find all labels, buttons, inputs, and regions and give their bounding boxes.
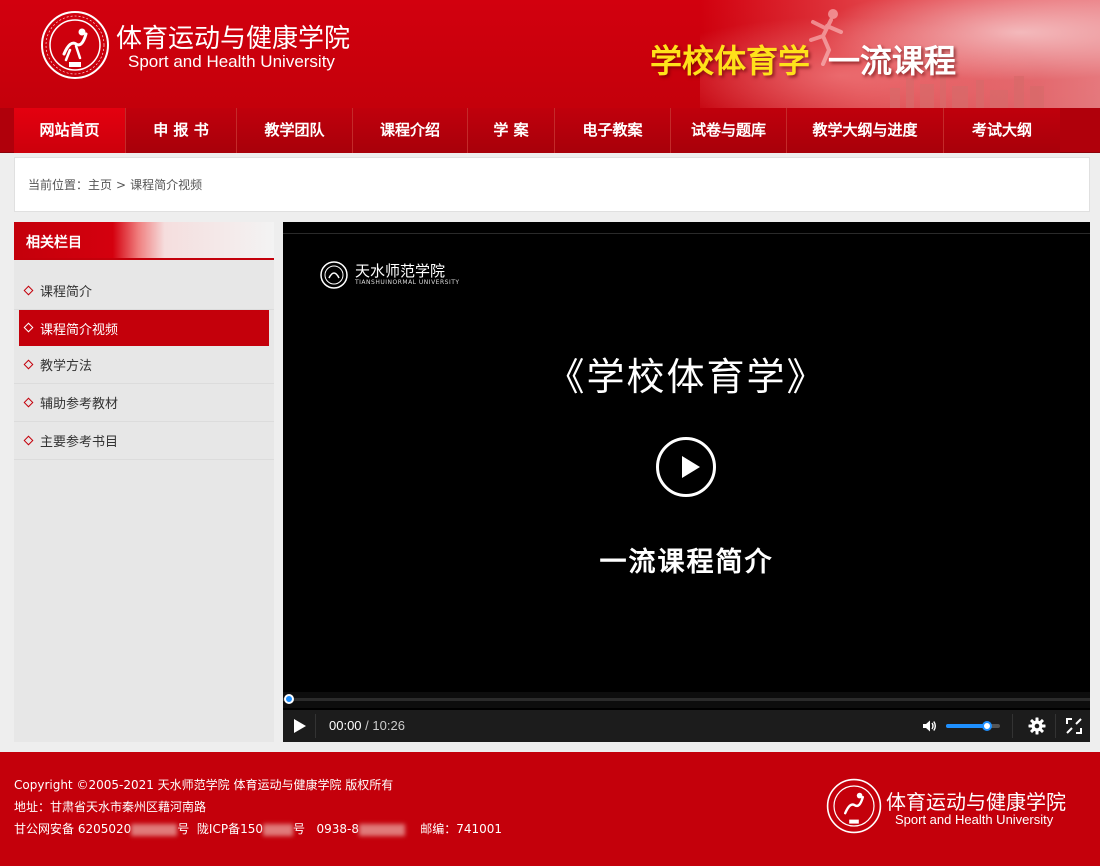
breadcrumb: 当前位置： 主页 > 课程简介视频	[14, 157, 1090, 212]
icp-record-suffix: 号	[292, 822, 305, 836]
redacted-block	[262, 823, 293, 836]
breadcrumb-current: 课程简介视频	[130, 178, 203, 192]
video-school-name-en: TIANSHUINORMAL UNIVERSITY	[355, 279, 460, 286]
volume-fill	[946, 724, 987, 728]
redacted-block	[131, 823, 178, 836]
sidebar-list: 课程简介 课程简介视频 教学方法 辅助参考教材 主要参考书目	[14, 272, 274, 460]
volume-icon[interactable]	[921, 718, 937, 734]
video-subtitle: 一流课程简介	[599, 547, 774, 578]
nav-item-syllabus[interactable]: 教学大纲与进度	[787, 108, 944, 153]
volume-slider[interactable]	[946, 721, 1000, 731]
sidebar: 相关栏目 课程简介 课程简介视频 教学方法 辅助参考教材 主要参考书目	[14, 222, 274, 742]
video-title: 《学校体育学》	[546, 355, 827, 399]
main-nav: 网站首页 申 报 书 教学团队 课程介绍 学 案 电子教案 试卷与题库 教学大纲…	[0, 108, 1100, 153]
nav-item-study-plan[interactable]: 学 案	[468, 108, 555, 153]
course-slogan: 学校体育学 一流课程	[650, 36, 956, 82]
control-divider	[1055, 714, 1056, 738]
footer-address: 地址：甘肃省天水市秦州区藉河南路	[14, 800, 207, 814]
player-top-divider	[283, 233, 1090, 234]
video-progress-bar[interactable]	[283, 692, 1090, 708]
sidebar-item-label: 教学方法	[40, 359, 93, 374]
diamond-bullet-icon	[23, 359, 34, 370]
nav-item-lesson-plans[interactable]: 电子教案	[555, 108, 671, 153]
nav-item-home[interactable]: 网站首页	[14, 108, 126, 153]
phone-prefix: 0938-8	[316, 822, 359, 836]
nav-item-exam-outline[interactable]: 考试大纲	[944, 108, 1060, 153]
footer-site-name-cn: 体育运动与健康学院	[886, 790, 1066, 814]
control-divider	[315, 714, 316, 738]
video-school-watermark: 天水师范学院 TIANSHUINORMAL UNIVERSITY	[319, 260, 460, 290]
footer-info: Copyright ©2005-2021 天水师范学院 体育运动与健康学院 版权…	[14, 774, 502, 840]
police-record-prefix: 甘公网安备 6205020	[14, 822, 132, 836]
diamond-bullet-icon	[23, 435, 34, 446]
progress-line	[283, 698, 1090, 701]
school-seal-icon	[320, 261, 348, 289]
video-school-text: 天水师范学院 TIANSHUINORMAL UNIVERSITY	[349, 262, 460, 287]
slogan-primary: 学校体育学	[650, 42, 811, 80]
sidebar-item-label: 主要参考书目	[40, 435, 119, 450]
sidebar-header: 相关栏目	[14, 222, 274, 260]
nav-item-exam-bank[interactable]: 试卷与题库	[671, 108, 787, 153]
nav-item-course-intro[interactable]: 课程介绍	[353, 108, 468, 153]
sidebar-item-label: 课程简介视频	[40, 322, 119, 338]
sidebar-title: 相关栏目	[26, 235, 82, 251]
fullscreen-icon[interactable]	[1066, 718, 1082, 734]
sidebar-item-label: 辅助参考教材	[40, 397, 119, 412]
redacted-block	[358, 823, 405, 836]
breadcrumb-separator: >	[116, 177, 127, 192]
sidebar-item-label: 课程简介	[40, 285, 93, 300]
breadcrumb-prefix: 当前位置：	[28, 178, 89, 192]
big-play-button[interactable]	[656, 437, 716, 497]
slogan-secondary: 一流课程	[828, 42, 957, 80]
footer-college-logo-icon	[826, 778, 882, 834]
current-time: 00:00	[329, 718, 362, 733]
nav-item-teaching-team[interactable]: 教学团队	[237, 108, 353, 153]
play-button[interactable]	[292, 718, 308, 734]
sidebar-item-course-video[interactable]: 课程简介视频	[19, 310, 269, 346]
site-header: 体育运动与健康学院 Sport and Health University 学校…	[0, 0, 1100, 108]
sidebar-item-course-intro[interactable]: 课程简介	[14, 272, 274, 310]
video-school-name-cn: 天水师范学院	[355, 262, 446, 280]
breadcrumb-home-link[interactable]: 主页	[88, 176, 112, 193]
diamond-bullet-icon	[23, 397, 34, 408]
police-record-suffix: 号	[177, 822, 190, 836]
diamond-bullet-icon	[23, 285, 34, 296]
time-separator: /	[361, 718, 373, 733]
gear-icon[interactable]	[1028, 717, 1046, 735]
sidebar-item-bibliography[interactable]: 主要参考书目	[14, 422, 274, 460]
site-footer: Copyright ©2005-2021 天水师范学院 体育运动与健康学院 版权…	[0, 752, 1100, 866]
footer-site-name-en: Sport and Health University	[895, 812, 1054, 827]
sidebar-item-reference-textbooks[interactable]: 辅助参考教材	[14, 384, 274, 422]
icp-record-prefix[interactable]: 陇ICP备150	[197, 822, 263, 836]
progress-handle[interactable]	[284, 694, 294, 704]
sidebar-item-teaching-methods[interactable]: 教学方法	[14, 346, 274, 384]
site-name-en: Sport and Health University	[128, 52, 335, 71]
player-controls: 00:00 / 10:26	[283, 710, 1090, 742]
footer-records: 甘公网安备 6205020 号 陇ICP备150 号 0938-8 邮编：74100…	[14, 818, 502, 840]
college-logo-icon[interactable]	[40, 10, 110, 80]
duration: 10:26	[372, 718, 405, 733]
site-name-cn: 体育运动与健康学院	[116, 24, 351, 54]
volume-knob[interactable]	[981, 721, 992, 731]
control-divider	[1012, 714, 1013, 738]
footer-copyright: Copyright ©2005-2021 天水师范学院 体育运动与健康学院 版权…	[14, 778, 394, 792]
time-display: 00:00 / 10:26	[329, 718, 405, 733]
postcode: 邮编：741001	[420, 822, 503, 836]
video-player[interactable]: 天水师范学院 TIANSHUINORMAL UNIVERSITY 《学校体育学》…	[283, 222, 1090, 742]
diamond-bullet-icon	[23, 322, 34, 333]
nav-item-application[interactable]: 申 报 书	[126, 108, 237, 153]
